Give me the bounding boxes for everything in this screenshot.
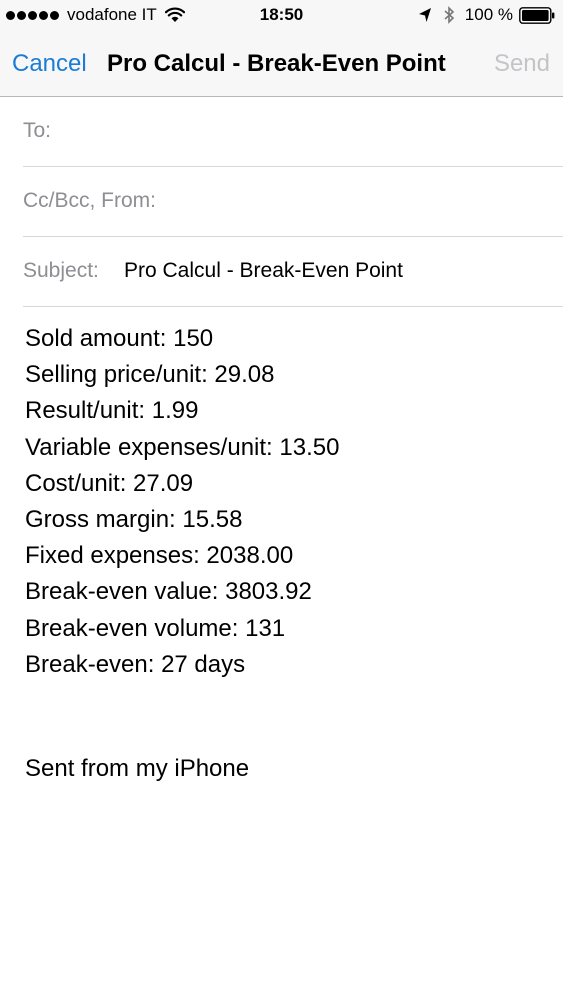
message-body[interactable]: Sold amount: 150 Selling price/unit: 29.… (25, 321, 545, 683)
to-label: To: (23, 119, 52, 142)
email-signature: Sent from my iPhone (25, 755, 250, 782)
status-right: 100 % (417, 5, 555, 25)
cancel-button[interactable]: Cancel (12, 50, 87, 78)
battery-icon (519, 6, 555, 24)
body-line-break-even-volume: Break-even volume: 131 (25, 614, 286, 642)
body-line-selling-price: Selling price/unit: 29.08 (25, 361, 275, 389)
body-line-sold-amount: Sold amount: 150 (25, 325, 214, 352)
subject-value[interactable]: Pro Calcul - Break-Even Point (124, 259, 403, 283)
subject-label: Subject: (23, 259, 99, 282)
body-line-break-even-days: Break-even: 27 days (25, 650, 246, 678)
body-line-result-unit: Result/unit: 1.99 (25, 397, 199, 425)
body-line-cost-unit: Cost/unit: 27.09 (25, 469, 194, 497)
send-button[interactable]: Send (494, 50, 550, 78)
bluetooth-icon (444, 6, 454, 24)
to-field[interactable]: To: (23, 97, 563, 167)
battery-percent: 100 % (464, 5, 513, 24)
body-line-break-even-value: Break-even value: 3803.92 (25, 578, 312, 606)
location-icon (418, 8, 431, 22)
body-line-fixed-expenses: Fixed expenses: 2038.00 (25, 542, 294, 570)
body-line-gross-margin: Gross margin: 15.58 (25, 506, 243, 534)
subject-field[interactable]: Subject: Pro Calcul - Break-Even Point (23, 237, 563, 307)
status-bar: vodafone IT 18:50 100 % (0, 0, 563, 32)
field-divider (23, 306, 563, 307)
compose-title: Pro Calcul - Break-Even Point (107, 50, 446, 77)
compose-nav-bar: Cancel Pro Calcul - Break-Even Point Sen… (0, 32, 563, 97)
cc-bcc-from-field[interactable]: Cc/Bcc, From: (23, 167, 563, 237)
body-line-variable-expenses: Variable expenses/unit: 13.50 (25, 433, 340, 461)
cc-bcc-from-label: Cc/Bcc, From: (23, 189, 157, 212)
